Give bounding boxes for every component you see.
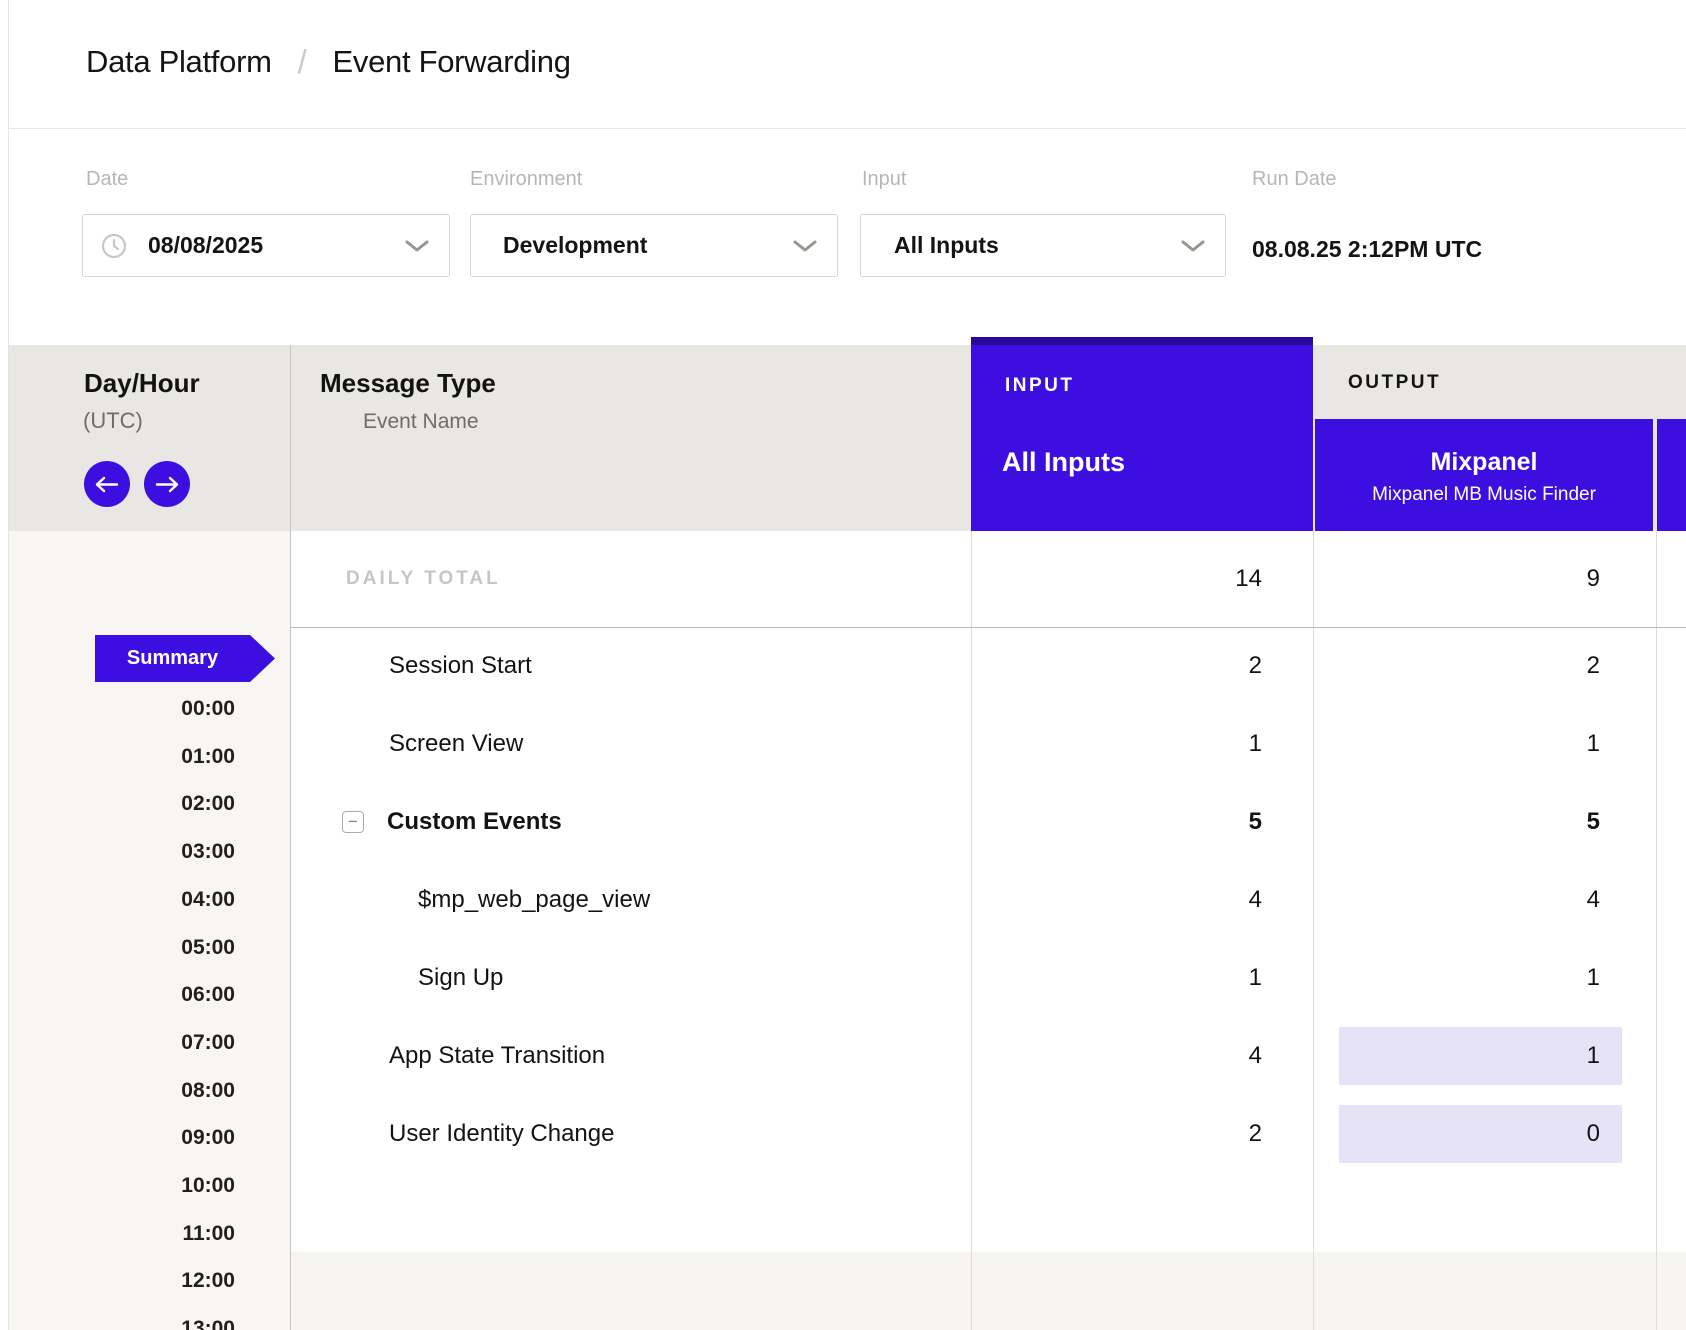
input-filter-label: Input	[862, 168, 906, 191]
message-type-column-title: Message Type	[320, 368, 496, 399]
input-dropdown-value: All Inputs	[894, 232, 999, 259]
hour-row-label[interactable]: 08:00	[181, 1077, 235, 1104]
hour-row-label[interactable]: 12:00	[181, 1267, 235, 1294]
input-count-cell: 1	[1249, 939, 1262, 1017]
summary-badge-label: Summary	[95, 635, 250, 682]
event-rows: Session Start 2 2 Screen View 1 1 − Custom Even…	[0, 627, 1686, 1173]
hour-row-label[interactable]: 04:00	[181, 886, 235, 913]
environment-filter-label: Environment	[470, 168, 582, 191]
input-dropdown[interactable]: All Inputs	[860, 214, 1226, 277]
event-name-label: Custom Events	[387, 783, 562, 861]
output-subtitle: Mixpanel MB Music Finder	[1315, 483, 1653, 507]
table-row: Sign Up 1 1	[0, 939, 1686, 1017]
output-count-cell: 4	[1587, 861, 1600, 939]
arrow-right-icon	[155, 476, 179, 493]
hour-row-label[interactable]: 05:00	[181, 934, 235, 961]
event-name-label: User Identity Change	[389, 1095, 614, 1173]
day-hour-column-title: Day/Hour	[84, 368, 200, 399]
date-filter-label: Date	[86, 168, 128, 191]
collapse-toggle-minus-icon[interactable]: −	[342, 811, 364, 833]
input-count-cell: 2	[1249, 627, 1262, 705]
table-row: App State Transition 4 1	[0, 1017, 1686, 1095]
event-name-label: Screen View	[389, 705, 523, 783]
chevron-down-icon	[1181, 240, 1205, 252]
previous-day-button[interactable]	[84, 461, 130, 507]
date-dropdown[interactable]: 08/08/2025	[82, 214, 450, 277]
page-title: Event Forwarding	[333, 44, 571, 80]
input-header-value: All Inputs	[1002, 447, 1125, 478]
breadcrumb-section[interactable]: Data Platform	[86, 44, 272, 80]
arrow-left-icon	[95, 476, 119, 493]
hour-row-label[interactable]: 06:00	[181, 981, 235, 1008]
input-header-tag: INPUT	[1005, 375, 1075, 397]
hour-row-label[interactable]: 00:00	[181, 695, 235, 722]
chevron-down-icon	[793, 240, 817, 252]
output-count-cell: 5	[1587, 783, 1600, 861]
hour-row-label[interactable]: 01:00	[181, 743, 235, 770]
chevron-down-icon	[405, 240, 429, 252]
event-name-label: Sign Up	[418, 939, 503, 1017]
hour-row-label[interactable]: 10:00	[181, 1172, 235, 1199]
table-footer-band	[290, 1252, 1686, 1330]
input-count-cell: 4	[1249, 861, 1262, 939]
input-count-cell: 2	[1249, 1095, 1262, 1173]
hour-row-label[interactable]: 11:00	[182, 1220, 235, 1247]
clock-icon	[101, 233, 127, 259]
next-day-button[interactable]	[144, 461, 190, 507]
output-header-tag: OUTPUT	[1348, 372, 1441, 394]
input-column-header[interactable]: INPUT All Inputs	[971, 337, 1313, 531]
run-date-value: 08.08.25 2:12PM UTC	[1252, 236, 1482, 263]
date-dropdown-value: 08/08/2025	[148, 232, 263, 259]
hour-row-label[interactable]: 13:00	[181, 1315, 235, 1330]
hour-row-label[interactable]: 09:00	[181, 1124, 235, 1151]
breadcrumb-separator: /	[298, 43, 307, 81]
output-count-cell-highlighted: 0	[1339, 1105, 1622, 1163]
hour-row-label[interactable]: 02:00	[181, 790, 235, 817]
breadcrumb: Data Platform / Event Forwarding	[86, 43, 571, 81]
event-name-label: Session Start	[389, 627, 532, 705]
table-row: − Custom Events 5 5	[0, 783, 1686, 861]
daily-total-row: DAILY TOTAL 14 9	[0, 531, 1686, 627]
hour-row-label[interactable]: 03:00	[181, 838, 235, 865]
daily-total-label: DAILY TOTAL	[346, 531, 501, 627]
table-row: $mp_web_page_view 4 4	[0, 861, 1686, 939]
daily-total-input-count: 14	[1235, 531, 1262, 627]
input-count-cell: 5	[1249, 783, 1262, 861]
event-name-column-subtitle: Event Name	[363, 410, 479, 434]
environment-dropdown-value: Development	[503, 232, 647, 259]
output-column-header-mixpanel[interactable]: Mixpanel Mixpanel MB Music Finder	[1315, 419, 1653, 531]
header-divider	[8, 128, 1686, 129]
daily-total-output-count: 9	[1587, 531, 1600, 627]
table-row: Screen View 1 1	[0, 705, 1686, 783]
output-count-cell: 2	[1587, 627, 1600, 705]
summary-row-badge[interactable]: Summary	[95, 635, 275, 682]
run-date-label: Run Date	[1252, 168, 1337, 191]
environment-dropdown[interactable]: Development	[470, 214, 838, 277]
output-count-cell: 1	[1587, 705, 1600, 783]
input-count-cell: 4	[1249, 1017, 1262, 1095]
table-row: User Identity Change 2 0	[0, 1095, 1686, 1173]
output-count-cell: 1	[1587, 939, 1600, 1017]
event-name-label: $mp_web_page_view	[418, 861, 650, 939]
hour-row-label[interactable]: 07:00	[181, 1029, 235, 1056]
page: Data Platform / Event Forwarding Date En…	[0, 0, 1686, 1330]
day-hour-timezone: (UTC)	[83, 408, 143, 434]
next-output-column-header-partial[interactable]	[1657, 419, 1686, 531]
output-name: Mixpanel	[1315, 447, 1653, 477]
output-count-cell-highlighted: 1	[1339, 1027, 1622, 1085]
event-name-label: App State Transition	[389, 1017, 605, 1095]
input-count-cell: 1	[1249, 705, 1262, 783]
